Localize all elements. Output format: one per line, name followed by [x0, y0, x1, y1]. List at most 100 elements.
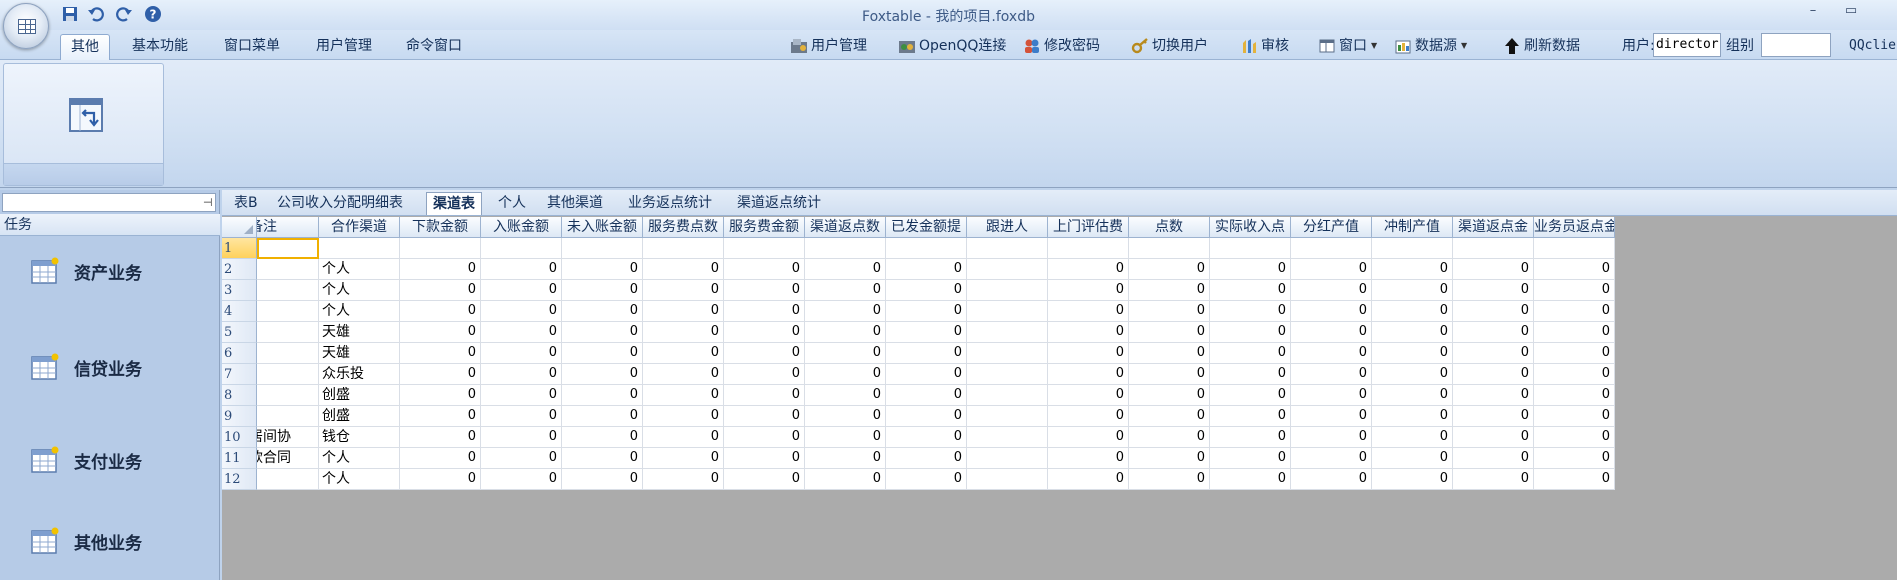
- cell-channel[interactable]: [319, 238, 400, 259]
- cell-value[interactable]: 0: [481, 448, 562, 469]
- cell-channel[interactable]: 创盛: [319, 385, 400, 406]
- cell-value[interactable]: 0: [886, 322, 967, 343]
- cell-value[interactable]: 0: [400, 385, 481, 406]
- cell-value[interactable]: 0: [1291, 343, 1372, 364]
- cell-channel[interactable]: 天雄: [319, 322, 400, 343]
- cell-value[interactable]: 0: [724, 427, 805, 448]
- cell-value[interactable]: 0: [400, 448, 481, 469]
- row-number[interactable]: 5: [222, 322, 257, 343]
- openqq-button[interactable]: OpenQQ连接: [898, 35, 1006, 57]
- cell-value[interactable]: 0: [1210, 364, 1291, 385]
- cell-value[interactable]: 0: [481, 364, 562, 385]
- cell-value[interactable]: 0: [1048, 259, 1129, 280]
- save-icon[interactable]: [60, 4, 80, 24]
- cell-value[interactable]: 0: [1534, 280, 1615, 301]
- cell-value[interactable]: [1129, 238, 1210, 259]
- cell-channel[interactable]: 个人: [319, 301, 400, 322]
- cell-channel[interactable]: 个人: [319, 280, 400, 301]
- cell-value[interactable]: 0: [805, 427, 886, 448]
- user-manage-button[interactable]: 用户管理: [790, 35, 867, 57]
- cell-value[interactable]: 0: [1534, 364, 1615, 385]
- cell-value[interactable]: 0: [481, 322, 562, 343]
- cell-value[interactable]: 0: [1453, 259, 1534, 280]
- cell-value[interactable]: 0: [1372, 322, 1453, 343]
- cell-note[interactable]: [257, 301, 319, 322]
- cell-value[interactable]: 0: [400, 406, 481, 427]
- cell-value[interactable]: 0: [724, 301, 805, 322]
- cell-note[interactable]: [257, 364, 319, 385]
- cell-value[interactable]: 0: [1210, 280, 1291, 301]
- column-header[interactable]: 未入账金额: [562, 217, 643, 238]
- cell-channel[interactable]: 个人: [319, 469, 400, 490]
- cell-value[interactable]: 0: [886, 469, 967, 490]
- table-row[interactable]: 1: [222, 238, 1615, 259]
- cell-value[interactable]: 0: [1210, 427, 1291, 448]
- cell-value[interactable]: 0: [805, 280, 886, 301]
- row-number[interactable]: 12: [222, 469, 257, 490]
- cell-value[interactable]: 0: [1534, 427, 1615, 448]
- cell-value[interactable]: 0: [1534, 385, 1615, 406]
- cell-value[interactable]: 0: [886, 280, 967, 301]
- cell-value[interactable]: 0: [1291, 469, 1372, 490]
- column-header[interactable]: 分红产值: [1291, 217, 1372, 238]
- cell-value[interactable]: 0: [1291, 364, 1372, 385]
- minimize-button[interactable]: –: [1800, 3, 1826, 23]
- row-number[interactable]: 9: [222, 406, 257, 427]
- cell-value[interactable]: 0: [481, 385, 562, 406]
- cell-value[interactable]: [1372, 238, 1453, 259]
- grid-corner[interactable]: [222, 217, 257, 238]
- sheet-tab-other-channel[interactable]: 其他渠道: [541, 192, 609, 215]
- cell-note[interactable]: [257, 280, 319, 301]
- cell-value[interactable]: 0: [724, 343, 805, 364]
- cell-value[interactable]: [1210, 238, 1291, 259]
- cell-value[interactable]: 0: [886, 427, 967, 448]
- cell-value[interactable]: 0: [481, 427, 562, 448]
- cell-value[interactable]: 0: [886, 448, 967, 469]
- group-field[interactable]: [1761, 33, 1831, 57]
- cell-value[interactable]: 0: [805, 385, 886, 406]
- cell-value[interactable]: 0: [724, 364, 805, 385]
- cell-value[interactable]: 0: [1534, 322, 1615, 343]
- cell-value[interactable]: 0: [724, 280, 805, 301]
- cell-value[interactable]: 0: [1048, 448, 1129, 469]
- column-header[interactable]: 点数: [1129, 217, 1210, 238]
- cell-value[interactable]: 0: [724, 385, 805, 406]
- cell-value[interactable]: 0: [1291, 259, 1372, 280]
- cell-value[interactable]: 0: [724, 406, 805, 427]
- cell-note[interactable]: [257, 259, 319, 280]
- cell-value[interactable]: 0: [643, 259, 724, 280]
- cell-value[interactable]: 0: [562, 385, 643, 406]
- row-number[interactable]: 8: [222, 385, 257, 406]
- tab-window-menu[interactable]: 窗口菜单: [214, 34, 290, 60]
- task-search-input[interactable]: [2, 193, 216, 212]
- cell-value[interactable]: 0: [1372, 343, 1453, 364]
- cell-value[interactable]: 0: [1453, 301, 1534, 322]
- cell-value[interactable]: 0: [1372, 259, 1453, 280]
- cell-value[interactable]: 0: [562, 448, 643, 469]
- row-number[interactable]: 11: [222, 448, 257, 469]
- cell-value[interactable]: [1534, 238, 1615, 259]
- table-row[interactable]: 12 个人 0 0 0 0 0 0 0 0 0 0 0 0 0 0: [222, 469, 1615, 490]
- cell-value[interactable]: 0: [1129, 280, 1210, 301]
- cell-value[interactable]: 0: [1048, 322, 1129, 343]
- column-header[interactable]: 渠道返点金: [1453, 217, 1534, 238]
- column-header[interactable]: 入账金额: [481, 217, 562, 238]
- cell-channel[interactable]: 钱仓: [319, 427, 400, 448]
- cell-value[interactable]: 0: [805, 469, 886, 490]
- cell-value[interactable]: 0: [1291, 322, 1372, 343]
- cell-value[interactable]: 0: [1291, 301, 1372, 322]
- help-icon[interactable]: ?: [143, 4, 163, 24]
- refresh-data-button[interactable]: 刷新数据: [1503, 35, 1580, 57]
- table-row[interactable]: 8 创盛 0 0 0 0 0 0 0 0 0 0 0 0 0 0: [222, 385, 1615, 406]
- table-row[interactable]: 3 个人 0 0 0 0 0 0 0 0 0 0 0 0 0 0: [222, 280, 1615, 301]
- cell-value[interactable]: 0: [562, 343, 643, 364]
- cell-value[interactable]: [967, 343, 1048, 364]
- row-number[interactable]: 2: [222, 259, 257, 280]
- cell-value[interactable]: [481, 238, 562, 259]
- cell-value[interactable]: 0: [643, 427, 724, 448]
- cell-value[interactable]: 0: [400, 343, 481, 364]
- cell-value[interactable]: 0: [1534, 301, 1615, 322]
- cell-value[interactable]: 0: [1210, 448, 1291, 469]
- cell-value[interactable]: 0: [805, 448, 886, 469]
- column-header[interactable]: 合作渠道: [319, 217, 400, 238]
